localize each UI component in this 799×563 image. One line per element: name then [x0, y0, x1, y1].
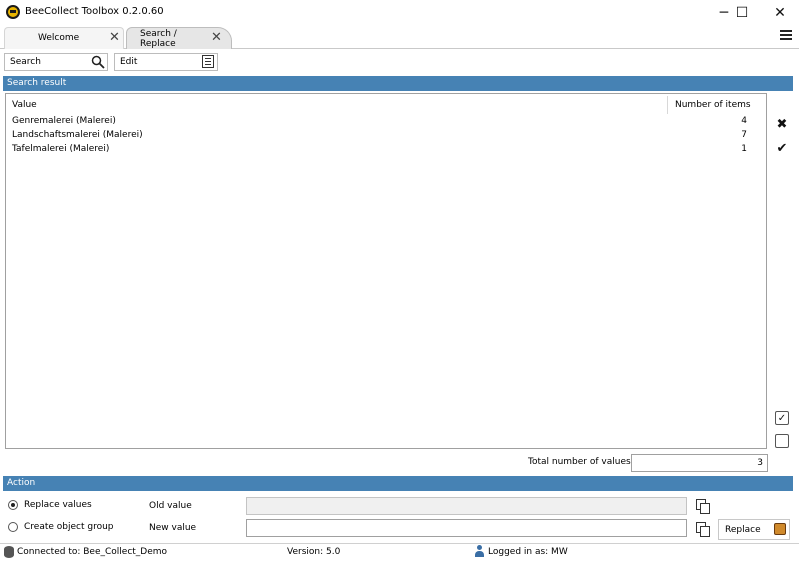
x-icon[interactable]: ✖ — [775, 117, 789, 132]
copy-icon[interactable] — [696, 499, 710, 514]
total-values-label: Total number of values — [528, 457, 631, 467]
table-row[interactable]: Tafelmalerei (Malerei) 1 — [12, 144, 747, 158]
maximize-button[interactable]: ☐ — [724, 0, 760, 25]
old-value-field[interactable] — [246, 497, 687, 515]
window-title: BeeCollect Toolbox 0.2.0.60 — [25, 6, 164, 17]
cell-count: 4 — [741, 116, 747, 126]
tab-welcome[interactable]: Welcome ✕ — [4, 27, 124, 49]
checkmark-icon[interactable]: ✔ — [775, 141, 789, 156]
column-header-value[interactable]: Value — [12, 100, 37, 110]
replace-button-label: Replace — [725, 524, 761, 535]
old-value-label: Old value — [149, 501, 192, 511]
cell-count: 7 — [741, 130, 747, 140]
version-status: Version: 5.0 — [287, 547, 341, 557]
database-icon — [4, 546, 14, 558]
new-value-label: New value — [149, 523, 197, 533]
cell-value: Landschaftsmalerei (Malerei) — [12, 130, 143, 140]
bee-logo-icon — [6, 5, 20, 19]
connection-status: Connected to: Bee_Collect_Demo — [17, 547, 168, 557]
cell-value: Genremalerei (Malerei) — [12, 116, 116, 126]
user-icon — [475, 545, 484, 558]
table-row[interactable]: Genremalerei (Malerei) 4 — [12, 116, 747, 130]
new-value-field[interactable] — [246, 519, 687, 537]
replace-values-label[interactable]: Replace values — [24, 500, 92, 510]
replace-values-radio[interactable] — [8, 500, 18, 510]
edit-select-label: Edit — [120, 57, 138, 67]
magnifier-icon[interactable] — [91, 55, 105, 69]
create-object-group-label[interactable]: Create object group — [24, 522, 114, 532]
action-header: Action — [3, 476, 793, 491]
table-row[interactable]: Landschaftsmalerei (Malerei) 7 — [12, 130, 747, 144]
column-divider[interactable] — [667, 96, 668, 114]
cell-value: Tafelmalerei (Malerei) — [12, 144, 110, 154]
tab-search-replace[interactable]: Search / Replace ✕ — [126, 27, 232, 49]
tab-welcome-label: Welcome — [38, 33, 80, 43]
create-object-group-radio[interactable] — [8, 522, 18, 532]
cell-count: 1 — [741, 144, 747, 154]
menu-icon[interactable] — [780, 30, 792, 42]
search-result-header: Search result — [3, 76, 793, 91]
close-icon[interactable]: ✕ — [211, 30, 222, 45]
tab-search-replace-label: Search / Replace — [140, 29, 177, 49]
replace-image-icon — [774, 523, 786, 535]
column-header-count[interactable]: Number of items — [675, 100, 751, 110]
tab-strip: Welcome ✕ Search / Replace ✕ — [0, 25, 799, 49]
close-icon[interactable]: ✕ — [109, 30, 120, 45]
empty-box-icon[interactable] — [775, 434, 789, 448]
list-icon[interactable] — [202, 55, 214, 68]
search-input-label: Search — [10, 57, 41, 67]
checked-box-icon[interactable]: ✓ — [775, 411, 789, 425]
total-values-field: 3 — [631, 454, 768, 472]
search-result-table: Value Number of items Genremalerei (Male… — [5, 93, 767, 449]
copy-icon[interactable] — [696, 522, 710, 537]
logged-in-status: Logged in as: MW — [488, 547, 568, 557]
title-bar: BeeCollect Toolbox 0.2.0.60 ─ ☐ ✕ — [0, 0, 799, 25]
close-window-button[interactable]: ✕ — [762, 0, 798, 25]
